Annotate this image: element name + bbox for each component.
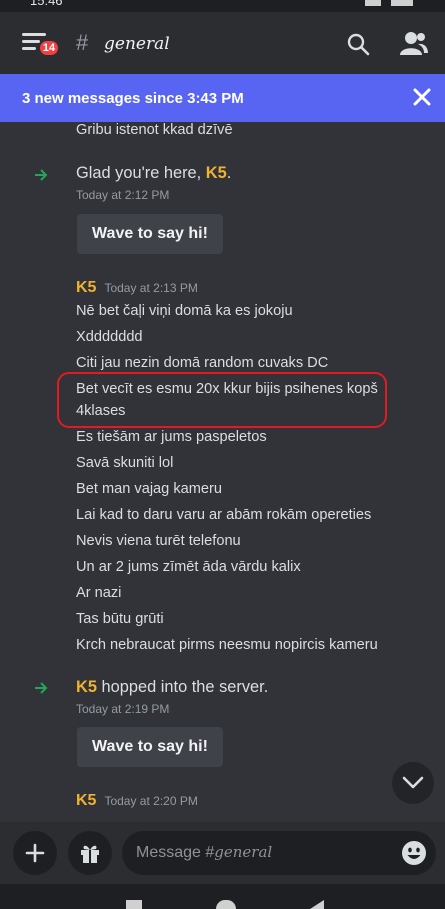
recent-apps-icon[interactable] — [126, 900, 142, 909]
scroll-to-bottom-button[interactable] — [392, 762, 434, 804]
system-nav-bar — [0, 884, 445, 909]
author-name[interactable]: K5 — [76, 792, 96, 810]
gift-icon — [81, 845, 99, 863]
message-line: Gribu istenot kkad dzīvē — [76, 122, 233, 138]
channel-list-button[interactable]: 14 — [22, 30, 62, 62]
message-input-placeholder: Message #general — [136, 843, 273, 861]
status-icons — [365, 0, 413, 6]
plus-icon — [25, 843, 45, 863]
message-line: Citi jau nezin domā random cuvaks DC — [76, 355, 329, 371]
message-line: Bet man vajag kameru — [76, 481, 223, 497]
join-arrow-icon — [35, 682, 48, 694]
message-list[interactable]: Gribu istenot kkad dzīvē Glad you're her… — [4, 122, 445, 822]
join-suffix: . — [226, 164, 232, 182]
members-icon[interactable] — [400, 30, 428, 56]
message-line: Savā skuniti lol — [76, 455, 174, 471]
highlight-outline — [57, 372, 387, 428]
status-time: 15:46 — [30, 0, 63, 8]
message-line: Krch nebraucat pirms neesmu nopircis kam… — [76, 637, 378, 653]
notification-badge: 14 — [38, 39, 60, 57]
channel-hash-icon: # — [76, 30, 89, 55]
message-timestamp: Today at 2:20 PM — [104, 794, 198, 808]
message-header: K5 Today at 2:20 PM — [76, 792, 198, 810]
attach-button[interactable] — [13, 831, 57, 875]
gift-button[interactable] — [68, 831, 112, 875]
message-line: Tas būtu grūti — [76, 611, 164, 627]
join-message: Glad you're here, K5. — [76, 164, 231, 183]
signal-icon — [365, 0, 381, 6]
message-timestamp: Today at 2:12 PM — [76, 188, 170, 202]
message-timestamp: Today at 2:13 PM — [104, 281, 198, 295]
join-prefix: Glad you're here, — [76, 164, 206, 182]
status-bar: 15:46 — [0, 0, 445, 12]
message-line: Nevis viena turēt telefonu — [76, 533, 241, 549]
message-line: Un ar 2 jums zīmēt āda vārdu kalix — [76, 559, 301, 575]
search-icon[interactable] — [346, 32, 370, 56]
back-icon[interactable] — [310, 900, 324, 909]
close-icon[interactable] — [413, 88, 431, 106]
join-message: K5 hopped into the server. — [76, 678, 268, 697]
message-line: Lai kad to daru varu ar abām rokām opere… — [76, 507, 372, 523]
message-input[interactable]: Message #general — [122, 831, 436, 875]
message-timestamp: Today at 2:19 PM — [76, 702, 170, 716]
channel-name[interactable]: general — [104, 34, 170, 54]
emoji-icon[interactable] — [401, 840, 427, 866]
message-header: K5 Today at 2:13 PM — [76, 279, 198, 297]
message-line: Xddddddd — [76, 329, 143, 345]
home-icon[interactable] — [216, 900, 236, 909]
message-line: Es tiešām ar jums paspeletos — [76, 429, 267, 445]
wave-button[interactable]: Wave to say hi! — [77, 214, 223, 254]
message-line: Ar nazi — [76, 585, 122, 601]
channel-header: 14 # general — [0, 12, 445, 74]
menu-line-icon — [22, 47, 36, 50]
menu-line-icon — [22, 33, 46, 36]
battery-icon — [391, 0, 413, 6]
join-username[interactable]: K5 — [76, 678, 97, 696]
join-suffix: hopped into the server. — [96, 678, 269, 696]
new-messages-banner[interactable]: 3 new messages since 3:43 PM — [0, 74, 445, 122]
author-name[interactable]: K5 — [76, 279, 96, 297]
menu-line-icon — [22, 40, 40, 43]
join-arrow-icon — [35, 169, 48, 181]
join-username[interactable]: K5 — [206, 164, 227, 182]
message-line: Nē bet čaļi viņi domā ka es jokoju — [76, 303, 293, 319]
wave-button[interactable]: Wave to say hi! — [77, 727, 223, 767]
chevron-down-icon — [402, 776, 424, 789]
new-messages-text: 3 new messages since 3:43 PM — [22, 89, 244, 107]
composer-bar: Message #general — [0, 822, 445, 884]
